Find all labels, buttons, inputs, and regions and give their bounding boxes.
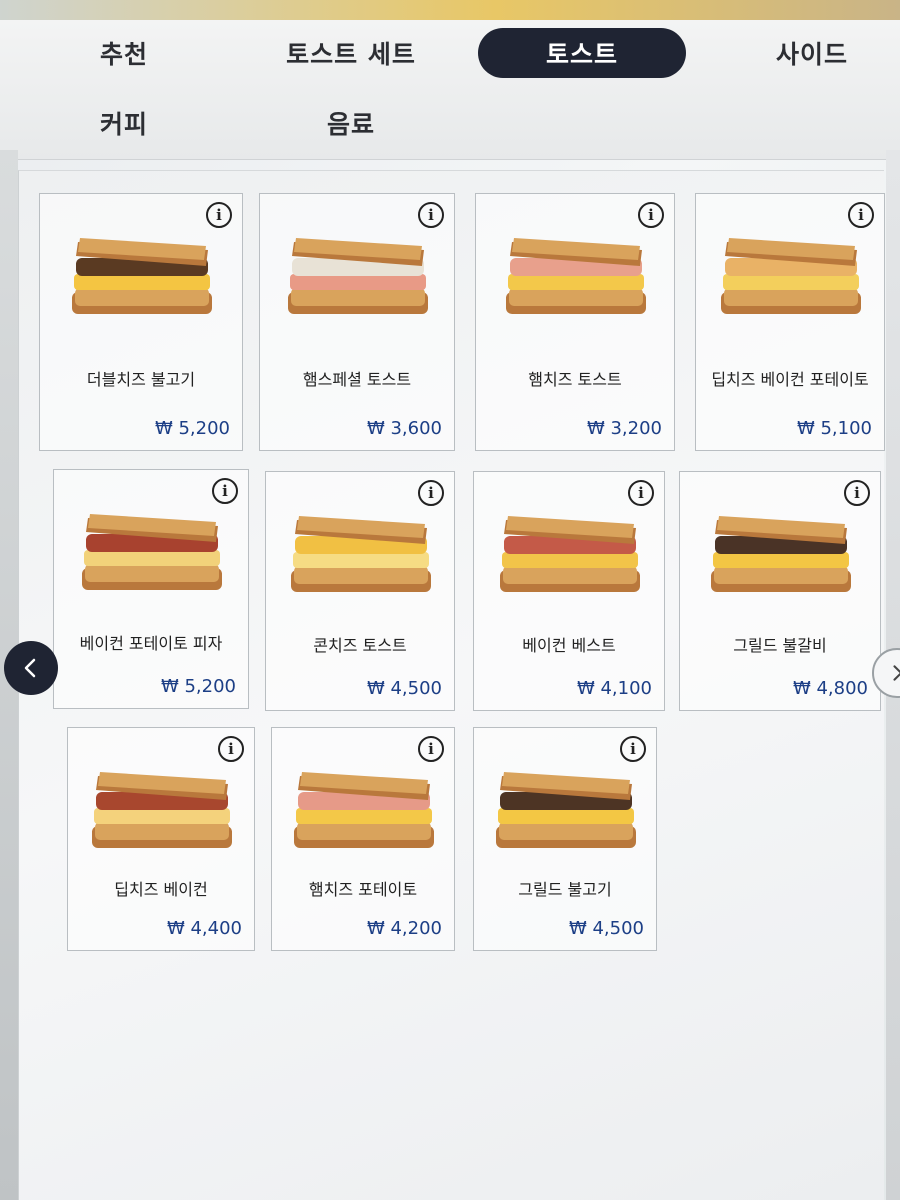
sandwich-image xyxy=(496,772,636,848)
tab-recommend[interactable]: 추천 xyxy=(20,28,228,78)
menu-item-card[interactable]: i 그릴드 불갈비 ₩ 4,800 xyxy=(679,471,881,711)
menu-item-card[interactable]: i 햄치즈 토스트 ₩ 3,200 xyxy=(475,193,675,451)
category-tabs: 추천 토스트 세트 토스트 사이드 커피 음료 xyxy=(0,20,900,160)
tab-toast-set[interactable]: 토스트 세트 xyxy=(247,28,455,78)
sandwich-image xyxy=(721,238,861,314)
menu-item-name: 베이컨 포테이토 피자 xyxy=(79,634,223,653)
menu-item-price: ₩ 4,500 xyxy=(366,678,442,699)
menu-item-name: 그릴드 불고기 xyxy=(518,880,612,899)
menu-item-card[interactable]: i 베이컨 포테이토 피자 ₩ 5,200 xyxy=(53,469,249,709)
tab-side[interactable]: 사이드 xyxy=(708,28,900,78)
menu-item-price: ₩ 5,200 xyxy=(154,418,230,439)
menu-item-name: 더블치즈 불고기 xyxy=(86,370,196,389)
sandwich-image xyxy=(288,238,428,314)
menu-item-card[interactable]: i 그릴드 불고기 ₩ 4,500 xyxy=(473,727,657,951)
menu-panel: i 더블치즈 불고기 ₩ 5,200 i 햄스페셜 토스트 ₩ 3,600 i 햄치즈 토스트… xyxy=(18,170,885,1200)
menu-item-price: ₩ 5,100 xyxy=(796,418,872,439)
menu-item-card[interactable]: i 딥치즈 베이컨 ₩ 4,400 xyxy=(67,727,255,951)
menu-item-name: 딥치즈 베이컨 xyxy=(114,880,208,899)
sandwich-image xyxy=(506,238,646,314)
menu-item-name: 베이컨 베스트 xyxy=(522,636,616,655)
sandwich-image xyxy=(291,516,431,592)
chevron-right-icon xyxy=(893,665,900,681)
menu-item-card[interactable]: i 햄치즈 포테이토 ₩ 4,200 xyxy=(271,727,455,951)
menu-item-price: ₩ 5,200 xyxy=(160,676,236,697)
menu-item-card[interactable]: i 더블치즈 불고기 ₩ 5,200 xyxy=(39,193,243,451)
menu-item-price: ₩ 3,600 xyxy=(366,418,442,439)
sandwich-image xyxy=(294,772,434,848)
sandwich-image xyxy=(500,516,640,592)
menu-item-card[interactable]: i 베이컨 베스트 ₩ 4,100 xyxy=(473,471,665,711)
menu-item-price: ₩ 4,800 xyxy=(792,678,868,699)
menu-item-name: 그릴드 불갈비 xyxy=(733,636,827,655)
tab-drinks[interactable]: 음료 xyxy=(247,98,455,148)
tab-coffee[interactable]: 커피 xyxy=(20,98,228,148)
kiosk-screen: 추천 토스트 세트 토스트 사이드 커피 음료 i 더블치즈 불고기 ₩ 5,200… xyxy=(0,0,900,1200)
sandwich-image xyxy=(92,772,232,848)
sandwich-image xyxy=(72,238,212,314)
tab-toast[interactable]: 토스트 xyxy=(478,28,686,78)
menu-item-name: 햄스페셜 토스트 xyxy=(302,370,412,389)
menu-item-price: ₩ 4,200 xyxy=(366,918,442,939)
sandwich-image xyxy=(711,516,851,592)
menu-item-price: ₩ 4,400 xyxy=(166,918,242,939)
menu-item-price: ₩ 4,500 xyxy=(568,918,644,939)
menu-item-price: ₩ 4,100 xyxy=(576,678,652,699)
menu-item-price: ₩ 3,200 xyxy=(586,418,662,439)
menu-item-name: 햄치즈 토스트 xyxy=(528,370,622,389)
menu-item-name: 딥치즈 베이컨 포테이토 xyxy=(711,370,869,389)
menu-item-name: 햄치즈 포테이토 xyxy=(308,880,418,899)
menu-item-card[interactable]: i 콘치즈 토스트 ₩ 4,500 xyxy=(265,471,455,711)
sandwich-image xyxy=(82,514,222,590)
menu-item-card[interactable]: i 햄스페셜 토스트 ₩ 3,600 xyxy=(259,193,455,451)
menu-item-name: 콘치즈 토스트 xyxy=(313,636,407,655)
top-banner-strip xyxy=(0,0,900,20)
chevron-left-icon xyxy=(24,658,36,678)
menu-item-card[interactable]: i 딥치즈 베이컨 포테이토 ₩ 5,100 xyxy=(695,193,885,451)
prev-page-button[interactable] xyxy=(4,641,58,695)
